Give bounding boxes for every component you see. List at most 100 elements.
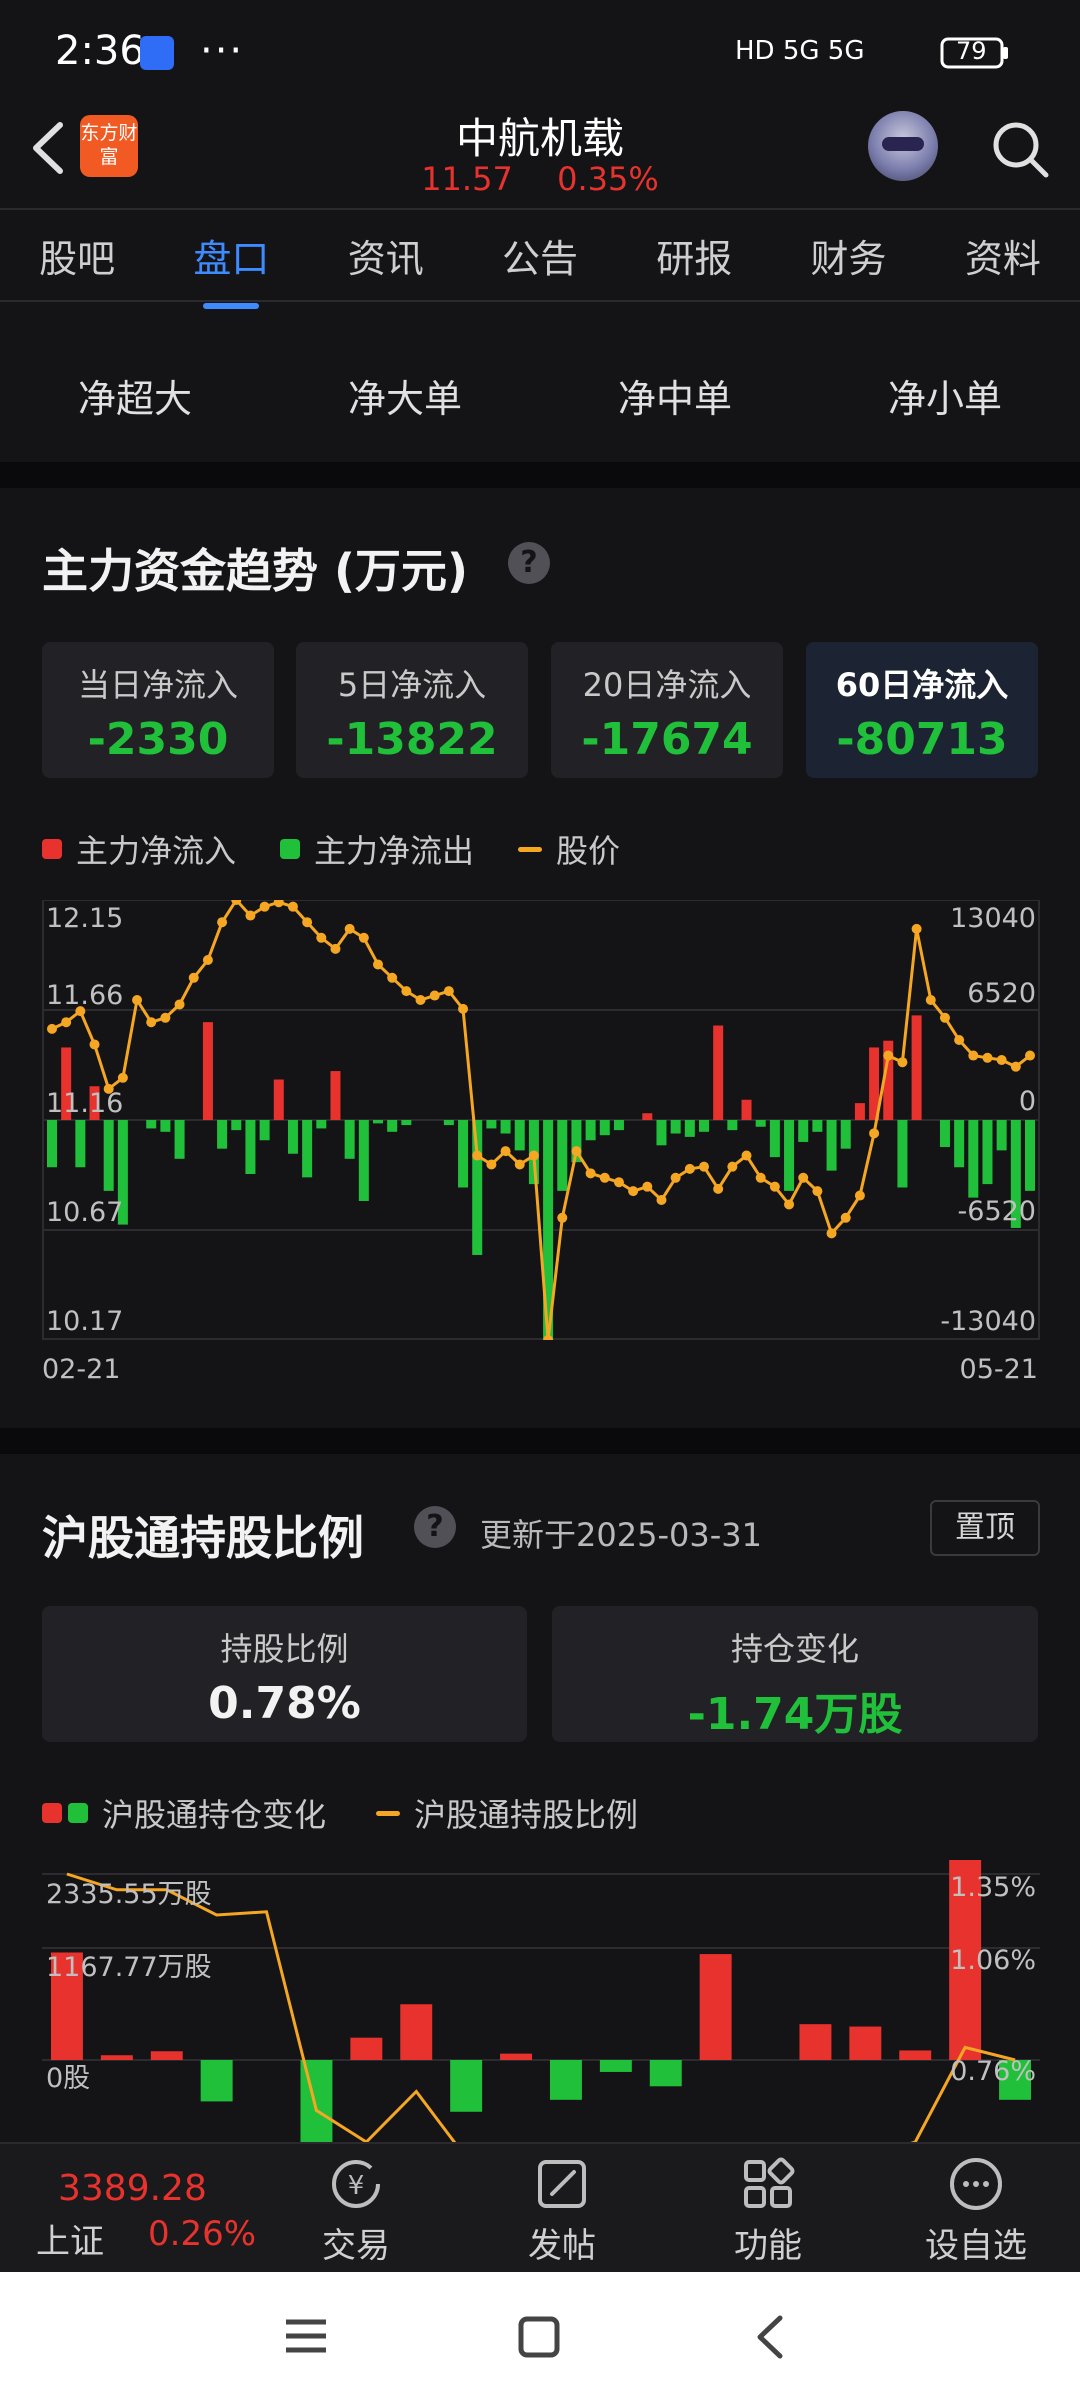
tab-announcements[interactable]: 公告	[467, 228, 612, 283]
flow-bar	[968, 1120, 979, 1198]
price-point	[302, 917, 313, 928]
holding-bar	[649, 2060, 682, 2087]
price-point	[670, 1172, 681, 1183]
nav-trade[interactable]: ¥ 交易	[286, 2154, 426, 2267]
y-left-tick-3: 11.16	[46, 1088, 124, 1119]
price-point	[557, 1212, 568, 1223]
hk-help-icon[interactable]: ?	[414, 1506, 456, 1548]
hk-connect-title: 沪股通持股比例	[42, 1511, 364, 1565]
pin-top-button[interactable]: 置顶	[930, 1500, 1040, 1556]
tab-research[interactable]: 研报	[622, 228, 767, 283]
price-point	[883, 1050, 894, 1061]
tab-finance[interactable]: 财务	[776, 228, 921, 283]
price-point	[613, 1177, 624, 1188]
tabs-divider	[0, 300, 1080, 302]
price-point	[925, 995, 936, 1005]
hk-y-left-tick-2: 1167.77万股	[46, 1952, 212, 1983]
price-point	[798, 1172, 809, 1183]
filter-large[interactable]: 净大单	[348, 368, 462, 423]
index-name[interactable]: 上证	[36, 2214, 104, 2263]
flow-bar	[656, 1120, 667, 1146]
hk-y-right-tick-3: 0.76%	[950, 2056, 1036, 2087]
tab-pankou[interactable]: 盘口	[159, 228, 304, 309]
battery-level: 79	[956, 37, 987, 65]
more-circle-icon	[950, 2158, 1002, 2210]
index-value[interactable]: 3389.28	[58, 2168, 207, 2209]
flow-bar	[217, 1120, 228, 1149]
tab-bar: 股吧 盘口 资讯 公告 研报 财务 资料	[0, 210, 1080, 309]
stock-price: 11.57	[421, 160, 513, 198]
flow-bar	[769, 1120, 780, 1158]
ratio-line	[66, 1872, 1016, 2142]
stock-change: 0.35%	[557, 160, 659, 198]
flow-bar	[458, 1120, 469, 1188]
price-point	[202, 955, 213, 965]
flow-bar	[784, 1120, 795, 1191]
assistant-robot-icon[interactable]	[868, 111, 938, 181]
card-20day-net[interactable]: 20日净流入 -17674	[551, 642, 783, 778]
price-point	[727, 1161, 738, 1172]
y-left-tick-4: 10.67	[46, 1197, 124, 1228]
flow-bar	[854, 1103, 865, 1120]
filter-small[interactable]: 净小单	[888, 368, 1002, 423]
price-point	[854, 1190, 865, 1201]
flow-bar	[358, 1120, 369, 1201]
holding-bar	[899, 2050, 932, 2060]
help-icon[interactable]: ?	[508, 542, 550, 584]
grid-icon	[744, 2157, 795, 2208]
flow-bar	[245, 1120, 256, 1174]
status-more-icon: ···	[200, 28, 245, 74]
flow-bar	[302, 1120, 313, 1178]
status-time: 2:36	[55, 28, 145, 74]
legend-inflow-swatch	[42, 839, 62, 859]
tab-profile[interactable]: 资料	[930, 228, 1075, 283]
search-icon[interactable]	[988, 117, 1052, 181]
fund-trend-chart[interactable]	[42, 900, 1040, 1340]
holding-bar	[500, 2053, 533, 2060]
price-point	[911, 923, 922, 934]
bottom-bar: 3389.28 上证 0.26% ¥ 交易 发帖 功能 设自选	[0, 2142, 1080, 2274]
price-point	[429, 990, 440, 1001]
price-point	[61, 1017, 72, 1028]
filter-medium[interactable]: 净中单	[618, 368, 732, 423]
home-icon[interactable]	[518, 2316, 560, 2358]
price-point	[174, 999, 185, 1010]
price-point	[528, 1150, 539, 1161]
section-separator	[0, 462, 1080, 488]
card-5day-net[interactable]: 5日净流入 -13822	[296, 642, 528, 778]
hk-y-right-tick-2: 1.06%	[950, 1945, 1036, 1976]
filter-super-large[interactable]: 净超大	[78, 368, 192, 423]
app-notification-icon	[140, 36, 174, 70]
price-point	[684, 1163, 695, 1174]
flow-bar	[840, 1120, 851, 1149]
price-point	[217, 917, 228, 928]
hk-legend: 沪股通持仓变化 沪股通持股比例	[42, 1790, 638, 1836]
nav-functions[interactable]: 功能	[698, 2154, 838, 2267]
flow-bar	[954, 1120, 965, 1168]
nav-add-watchlist[interactable]: 设自选	[906, 2154, 1046, 2267]
legend-hk-up-swatch	[42, 1803, 62, 1823]
card-today-net[interactable]: 当日净流入 -2330	[42, 642, 274, 778]
tab-news[interactable]: 资讯	[313, 228, 458, 283]
price-point	[273, 900, 284, 908]
card-60day-net[interactable]: 60日净流入 -80713	[806, 642, 1038, 778]
flow-bar	[47, 1120, 57, 1168]
flow-bar	[1025, 1120, 1035, 1191]
flow-bar	[812, 1120, 823, 1132]
back-nav-icon[interactable]	[752, 2314, 788, 2360]
flow-bar	[670, 1120, 681, 1134]
tab-guba[interactable]: 股吧	[5, 228, 150, 283]
nav-post[interactable]: 发帖	[492, 2154, 632, 2267]
menu-icon[interactable]	[284, 2316, 328, 2356]
flow-bar	[287, 1120, 298, 1154]
x-end-date: 05-21	[959, 1354, 1038, 1385]
flow-bar	[642, 1113, 653, 1120]
price-point	[869, 1128, 880, 1139]
flow-bar	[401, 1120, 412, 1126]
index-change[interactable]: 0.26%	[148, 2214, 256, 2254]
fund-legend: 主力净流入 主力净流出 股价	[42, 826, 620, 872]
price-point	[514, 1159, 525, 1170]
y-right-tick-4: -6520	[957, 1196, 1036, 1227]
y-left-tick-1: 12.15	[46, 903, 124, 934]
flow-bar	[613, 1120, 624, 1131]
